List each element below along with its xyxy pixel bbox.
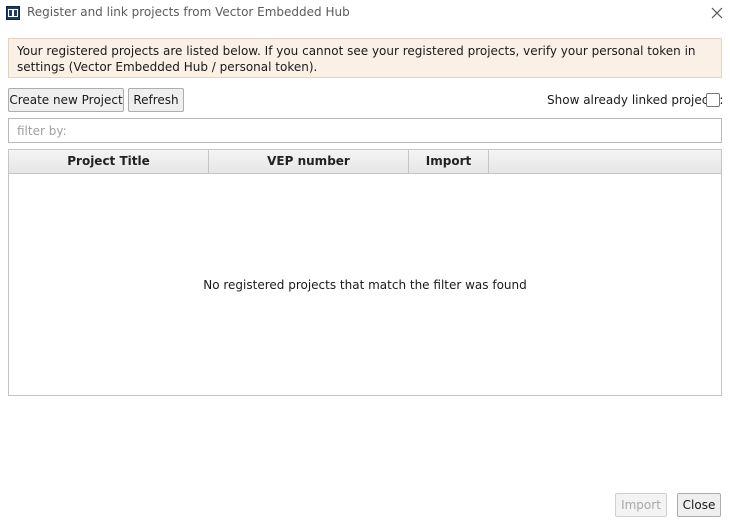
empty-table-message: No registered projects that match the fi… [203,278,527,292]
column-header-project-title[interactable]: Project Title [9,150,209,173]
create-new-project-button[interactable]: Create new Project [8,88,124,112]
info-message: Your registered projects are listed belo… [8,38,722,78]
window-title: Register and link projects from Vector E… [27,5,350,19]
column-header-vep-number[interactable]: VEP number [209,150,409,173]
title-bar: Register and link projects from Vector E… [0,0,730,27]
projects-table: Project Title VEP number Import No regis… [8,149,722,396]
vector-hub-icon [6,6,20,20]
import-button[interactable]: Import [615,493,667,517]
show-linked-checkbox[interactable] [706,93,720,107]
show-linked-label: Show already linked projects: [547,93,724,107]
table-header: Project Title VEP number Import [9,150,721,174]
close-icon[interactable] [708,4,726,22]
close-button[interactable]: Close [677,493,721,517]
refresh-button[interactable]: Refresh [128,88,184,112]
filter-input[interactable] [8,118,722,143]
column-header-import[interactable]: Import [409,150,489,173]
